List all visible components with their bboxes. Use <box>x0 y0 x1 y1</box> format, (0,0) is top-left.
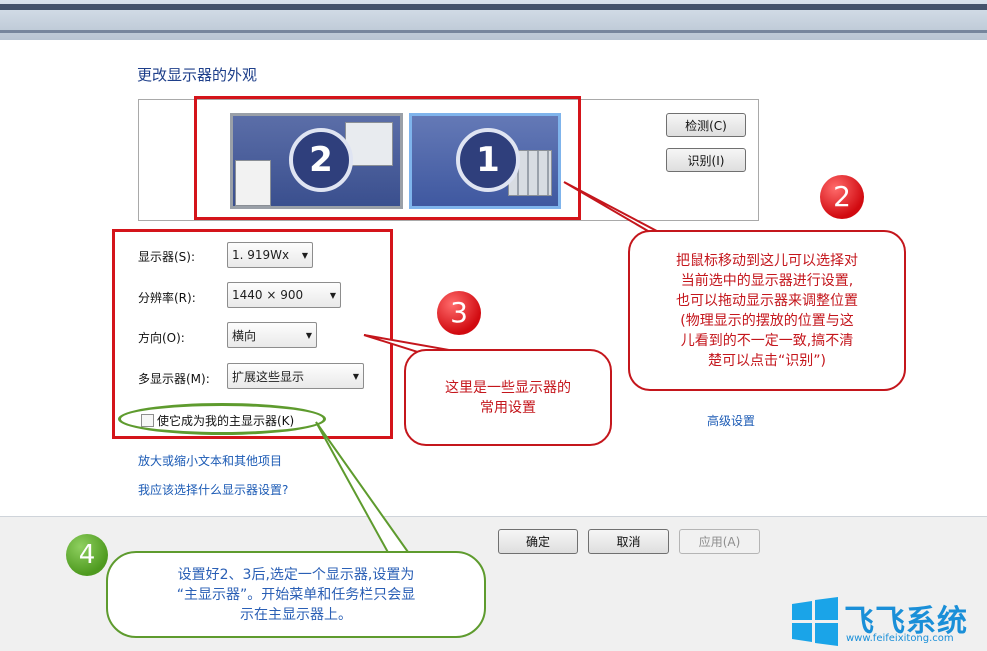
callout-4-line: “主显示器”。开始菜单和任务栏只会显 <box>176 586 416 603</box>
windows-logo-icon <box>792 597 838 646</box>
primary-checkbox-highlight-ellipse <box>118 403 326 435</box>
advanced-settings-link[interactable]: 高级设置 <box>707 412 755 429</box>
callout-4-line: 示在主显示器上。 <box>239 606 352 623</box>
callout-3-line: 常用设置 <box>480 399 536 416</box>
detect-button[interactable]: 检测(C) <box>666 113 746 137</box>
monitor-highlight-box <box>194 96 581 220</box>
callout-2-line: 儿看到的不一定一致,搞不清 <box>680 332 854 349</box>
cancel-button[interactable]: 取消 <box>588 529 669 554</box>
callout-2-line: 把鼠标移动到这儿可以选择对 <box>676 252 858 269</box>
ok-button[interactable]: 确定 <box>498 529 578 554</box>
feifei-watermark-logo: 飞飞系统 www.feifeixitong.com <box>790 596 986 646</box>
callout-4-line: 设置好2、3后,选定一个显示器,设置为 <box>177 566 415 583</box>
step-4-marker: 4 <box>66 534 108 576</box>
callout-2-bubble: 把鼠标移动到这儿可以选择对 当前选中的显示器进行设置, 也可以拖动显示器来调整位… <box>628 230 906 391</box>
callout-4-bubble: 设置好2、3后,选定一个显示器,设置为 “主显示器”。开始菜单和任务栏只会显 示… <box>106 551 486 638</box>
step-3-marker: 3 <box>437 291 481 335</box>
identify-button[interactable]: 识别(I) <box>666 148 746 172</box>
callout-2-line: (物理显示的摆放的位置与这 <box>680 312 854 329</box>
which-settings-link[interactable]: 我应该选择什么显示器设置? <box>138 481 288 498</box>
step-2-marker: 2 <box>820 175 864 219</box>
callout-3-bubble: 这里是一些显示器的 常用设置 <box>404 349 612 446</box>
page-title: 更改显示器的外观 <box>137 66 258 84</box>
watermark-url: www.feifeixitong.com <box>846 633 954 644</box>
apply-button[interactable]: 应用(A) <box>679 529 760 554</box>
text-size-link[interactable]: 放大或缩小文本和其他项目 <box>138 452 282 469</box>
title-bar-strip <box>0 4 987 10</box>
callout-2-line: 楚可以点击“识别”) <box>708 352 826 369</box>
callout-2-line: 当前选中的显示器进行设置, <box>680 272 854 289</box>
callout-2-line: 也可以拖动显示器来调整位置 <box>676 292 858 309</box>
window-title-bar <box>0 0 987 40</box>
title-bar-strip-lower <box>0 30 987 33</box>
callout-3-line: 这里是一些显示器的 <box>445 379 571 396</box>
